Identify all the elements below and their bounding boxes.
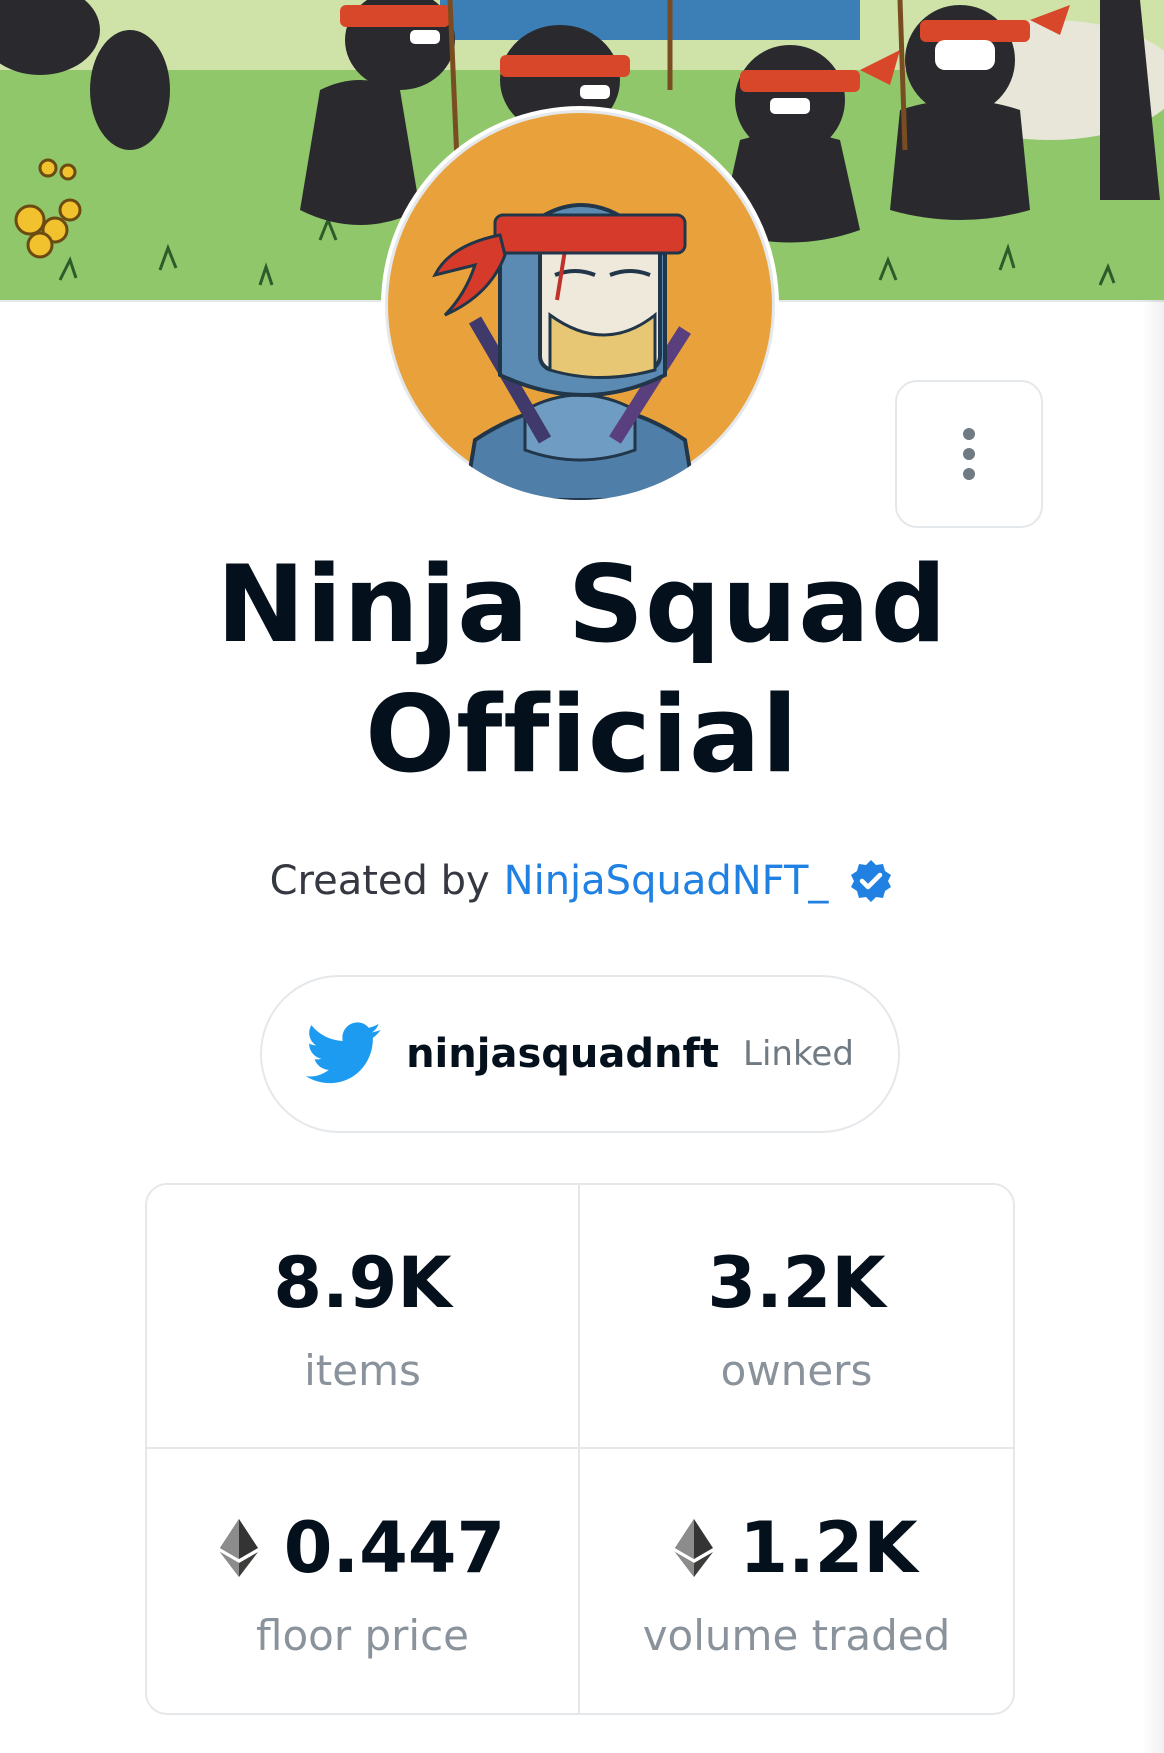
ethereum-icon [219,1518,258,1577]
verified-badge-icon [851,860,892,902]
stat-volume-traded-label: volume traded [642,1610,951,1660]
more-options-button[interactable] [895,380,1043,528]
twitter-linked-status: Linked [743,1034,854,1074]
stat-value: 8.9K [273,1238,451,1328]
created-by-label: Created by [269,858,490,904]
stat-value: 3.2K [707,1238,885,1328]
collection-title: Ninja Squad Official [0,540,1164,800]
vertical-dots-icon [963,428,975,480]
collection-title-line1: Ninja Squad [216,543,948,666]
stat-owners-value: 3.2K [707,1241,886,1324]
creator-link[interactable]: NinjaSquadNFT_ [504,858,829,904]
twitter-link-button[interactable]: ninjasquadnft Linked [260,975,900,1133]
stat-floor-price-label: floor price [256,1610,469,1660]
created-by-row: Created by NinjaSquadNFT_ [0,858,1164,904]
stat-items-value: 8.9K [273,1241,452,1324]
stat-owners[interactable]: 3.2K owners [580,1185,1013,1449]
collection-page: Ninja Squad Official Created by NinjaSqu… [0,0,1164,1753]
stat-owners-label: owners [720,1345,873,1395]
stat-value: 1.2K [675,1503,918,1593]
stat-floor-price[interactable]: 0.447 floor price [147,1449,580,1713]
twitter-handle: ninjasquadnft [406,1031,719,1077]
stat-volume-traded[interactable]: 1.2K volume traded [580,1449,1013,1713]
stat-value: 0.447 [219,1503,506,1593]
stat-floor-price-value: 0.447 [283,1506,506,1589]
collection-title-line2: Official [365,673,799,796]
stat-items-label: items [304,1345,421,1395]
twitter-bird-icon [306,1022,381,1084]
page-edge-shadow [1142,300,1164,1753]
stat-volume-traded-value: 1.2K [739,1506,918,1589]
collection-stats-grid: 8.9K items 3.2K owners 0.447 floor price [145,1183,1015,1715]
collection-avatar [385,110,775,500]
ethereum-icon [675,1518,714,1577]
stat-items[interactable]: 8.9K items [147,1185,580,1449]
